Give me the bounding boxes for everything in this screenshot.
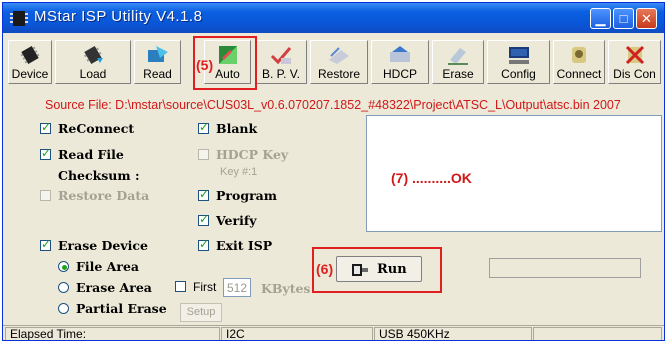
app-chip-icon — [10, 11, 28, 26]
checkbox-box — [198, 187, 209, 201]
read-file-checkbox[interactable]: Read File — [40, 146, 124, 163]
device-chip-icon — [20, 45, 40, 65]
config-icon — [508, 47, 529, 64]
restore-data-label: Restore Data — [58, 188, 150, 203]
setup-button[interactable]: Setup — [180, 303, 222, 322]
file-area-label: File Area — [76, 259, 140, 274]
toolbar-label: Config — [501, 67, 536, 81]
annotation-label-run: (6) — [316, 261, 334, 277]
status-extra-cell — [533, 327, 662, 340]
bpv-check-icon — [270, 47, 292, 65]
minimize-icon: ▁ — [595, 11, 606, 26]
toolbar-label: Read — [143, 67, 172, 81]
checkbox-box — [198, 149, 209, 160]
hdcp-key-label: HDCP Key — [216, 147, 289, 162]
partial-erase-label: Partial Erase — [76, 301, 167, 316]
connect-icon — [572, 47, 586, 63]
checkbox-box — [40, 146, 51, 160]
toolbar-button-config[interactable]: Config — [487, 40, 550, 84]
checksum-label: Checksum : — [58, 168, 140, 183]
progress-bar — [489, 258, 641, 278]
checkbox-box — [40, 237, 51, 251]
toolbar-button-read[interactable]: Read — [134, 40, 181, 84]
title-bar: MStar ISP Utility V4.1.8 ▁ □ ✕ — [3, 3, 664, 33]
toolbar-label: Restore — [317, 67, 361, 81]
restore-icon — [329, 47, 349, 64]
verify-checkbox[interactable]: Verify — [198, 212, 257, 229]
key-number-label: Key #:1 — [220, 166, 258, 178]
radio-dot — [58, 261, 69, 272]
verify-label: Verify — [216, 213, 257, 228]
kbytes-unit-label: KBytes — [261, 281, 311, 296]
isp-utility-window: MStar ISP Utility V4.1.8 ▁ □ ✕ Device Lo… — [2, 2, 665, 341]
first-kbytes-input[interactable]: 512 — [223, 278, 251, 297]
checkbox-box — [198, 120, 209, 134]
maximize-icon: □ — [619, 11, 628, 26]
toolbar-label: Erase — [442, 67, 474, 81]
first-label: First — [193, 280, 217, 294]
toolbar-button-connect[interactable]: Connect — [553, 40, 605, 84]
read-icon — [147, 46, 168, 62]
toolbar: Device Load Read Auto B. P. V. Restore H… — [3, 33, 664, 89]
toolbar-button-load[interactable]: Load — [55, 40, 131, 84]
speed-status: USB 450KHz — [374, 327, 532, 340]
program-checkbox[interactable]: Program — [198, 187, 277, 204]
exit-isp-checkbox[interactable]: Exit ISP — [198, 237, 273, 254]
erase-device-label: Erase Device — [58, 238, 148, 253]
toolbar-label: Dis Con — [613, 67, 656, 81]
toolbar-button-erase[interactable]: Erase — [432, 40, 484, 84]
partial-erase-radio[interactable]: Partial Erase — [58, 301, 167, 317]
radio-dot — [58, 282, 69, 293]
toolbar-label: Load — [79, 67, 107, 81]
elapsed-time: Elapsed Time: — [5, 327, 220, 340]
interface-status: I2C — [221, 327, 373, 340]
checkbox-box — [40, 120, 51, 134]
erase-device-checkbox[interactable]: Erase Device — [40, 237, 148, 254]
close-button[interactable]: ✕ — [636, 8, 657, 29]
window-title: MStar ISP Utility V4.1.8 — [34, 8, 203, 25]
run-icon — [352, 264, 368, 276]
blank-checkbox[interactable]: Blank — [198, 120, 258, 137]
source-file-path: Source File: D:\mstar\source\CUS03L_v0.6… — [45, 98, 621, 112]
checkbox-box — [175, 281, 186, 292]
disconnect-icon — [625, 45, 644, 65]
program-label: Program — [216, 188, 277, 203]
run-label: Run — [377, 262, 407, 277]
erase-area-radio[interactable]: Erase Area — [58, 280, 152, 296]
minimize-button[interactable]: ▁ — [590, 8, 611, 29]
checkbox-box — [198, 212, 209, 226]
reconnect-checkbox[interactable]: ReConnect — [40, 120, 135, 137]
exit-isp-label: Exit ISP — [216, 238, 273, 253]
toolbar-label: HDCP — [382, 67, 417, 81]
toolbar-button-hdcp[interactable]: HDCP — [371, 40, 429, 84]
hdcp-icon — [390, 46, 410, 62]
load-chip-icon — [84, 45, 103, 65]
toolbar-label: Connect — [556, 67, 602, 81]
erase-area-label: Erase Area — [76, 280, 152, 295]
reconnect-label: ReConnect — [58, 121, 135, 136]
toolbar-button-bpv[interactable]: B. P. V. — [255, 40, 307, 84]
toolbar-label: Device — [11, 67, 49, 81]
toolbar-button-device[interactable]: Device — [8, 40, 52, 84]
read-file-label: Read File — [58, 147, 124, 162]
hdcp-key-checkbox[interactable]: HDCP Key — [198, 147, 288, 163]
status-bar: Elapsed Time: I2C USB 450KHz — [3, 325, 664, 340]
status-message: (7) ..........OK — [391, 170, 472, 186]
checkbox-box — [40, 190, 51, 201]
file-area-radio[interactable]: File Area — [58, 259, 139, 275]
erase-icon — [448, 48, 468, 65]
checkbox-box — [198, 237, 209, 251]
toolbar-button-restore[interactable]: Restore — [310, 40, 368, 84]
blank-label: Blank — [216, 121, 258, 136]
close-icon: ✕ — [641, 11, 652, 26]
annotation-label-auto: (5) — [196, 57, 214, 73]
first-checkbox[interactable]: First — [175, 280, 216, 296]
run-button[interactable]: Run — [336, 256, 422, 282]
radio-dot — [58, 303, 69, 314]
restore-data-checkbox[interactable]: Restore Data — [40, 188, 149, 204]
toolbar-label: B. P. V. — [261, 67, 301, 81]
toolbar-button-disconnect[interactable]: Dis Con — [608, 40, 661, 84]
maximize-button[interactable]: □ — [613, 8, 634, 29]
